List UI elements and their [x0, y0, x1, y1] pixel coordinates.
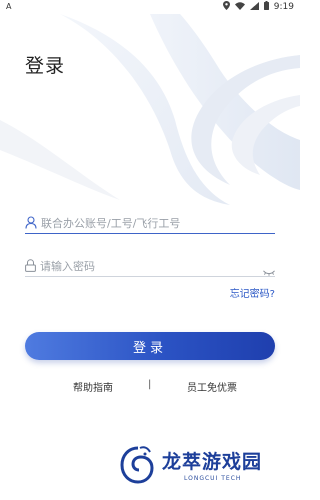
background-wave-art	[0, 14, 300, 205]
lock-icon	[25, 257, 36, 276]
password-field	[25, 255, 275, 277]
user-icon	[25, 214, 37, 233]
link-separator: |	[148, 379, 152, 390]
staff-ticket-link[interactable]: 员工免优票	[187, 379, 237, 394]
watermark: 龙萃游戏园 LONGCUI TECH	[100, 445, 300, 500]
dragon-logo-icon	[120, 445, 156, 489]
password-underline	[25, 276, 275, 277]
account-underline	[25, 233, 275, 234]
watermark-brand: 龙萃游戏园	[162, 451, 263, 473]
account-input[interactable]	[41, 216, 251, 230]
forgot-password-link[interactable]: 忘记密码?	[230, 285, 275, 300]
eye-closed-icon[interactable]	[263, 261, 275, 280]
help-guide-link[interactable]: 帮助指南	[73, 379, 113, 394]
page-title: 登录	[25, 55, 66, 77]
password-input[interactable]	[40, 259, 250, 273]
account-field	[25, 212, 275, 234]
login-button[interactable]: 登录	[25, 332, 275, 360]
watermark-subtext: LONGCUI TECH	[184, 475, 242, 482]
